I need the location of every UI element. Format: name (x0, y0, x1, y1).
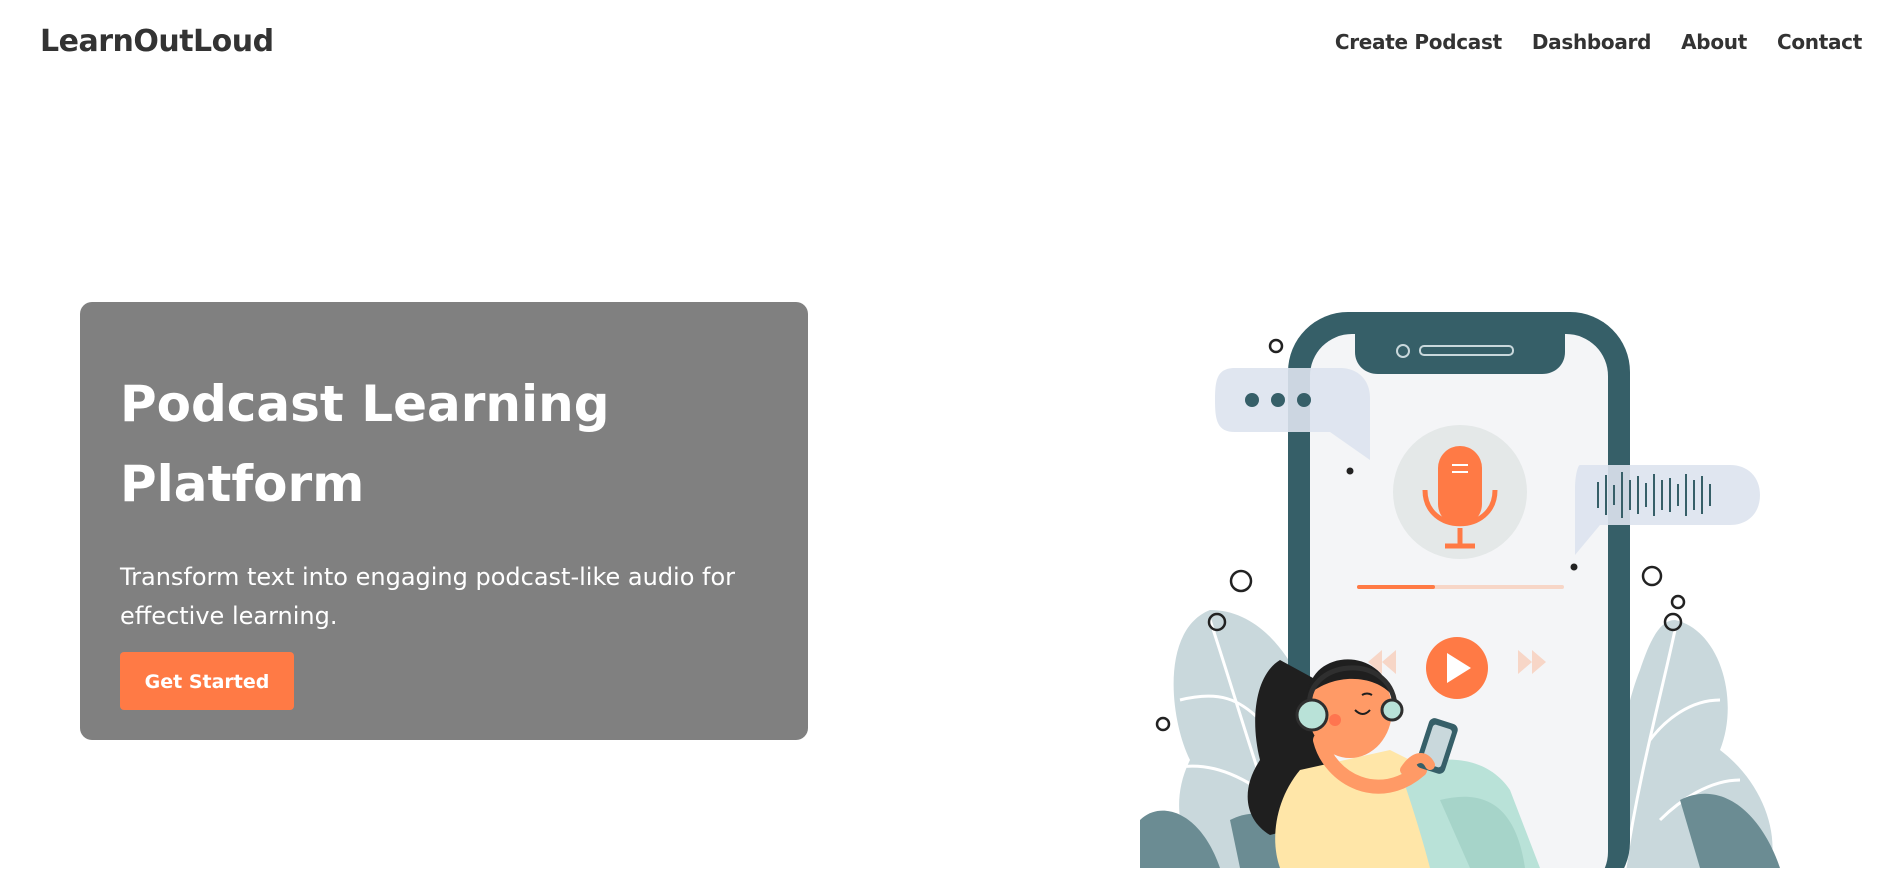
top-navbar: LearnOutLoud Create Podcast Dashboard Ab… (0, 0, 1897, 86)
nav-link-contact[interactable]: Contact (1777, 30, 1862, 54)
site-logo[interactable]: LearnOutLoud (40, 24, 274, 59)
hero-subtitle: Transform text into engaging podcast-lik… (120, 563, 736, 630)
audio-progress-bar (1357, 585, 1564, 589)
hero-card: Podcast Learning Platform Transform text… (80, 302, 808, 740)
podcast-illustration (1120, 300, 1820, 872)
right-leaf-icon (1616, 620, 1780, 869)
get-started-button[interactable]: Get Started (120, 652, 294, 710)
podcast-illustration-svg (1140, 312, 1780, 872)
hero-title: Podcast Learning Platform (120, 375, 610, 513)
nav-link-about[interactable]: About (1681, 30, 1747, 54)
nav-link-create-podcast[interactable]: Create Podcast (1335, 30, 1502, 54)
nav-link-dashboard[interactable]: Dashboard (1532, 30, 1652, 54)
microphone-icon (1393, 425, 1527, 559)
main-nav: Create Podcast Dashboard About Contact (1335, 30, 1862, 54)
